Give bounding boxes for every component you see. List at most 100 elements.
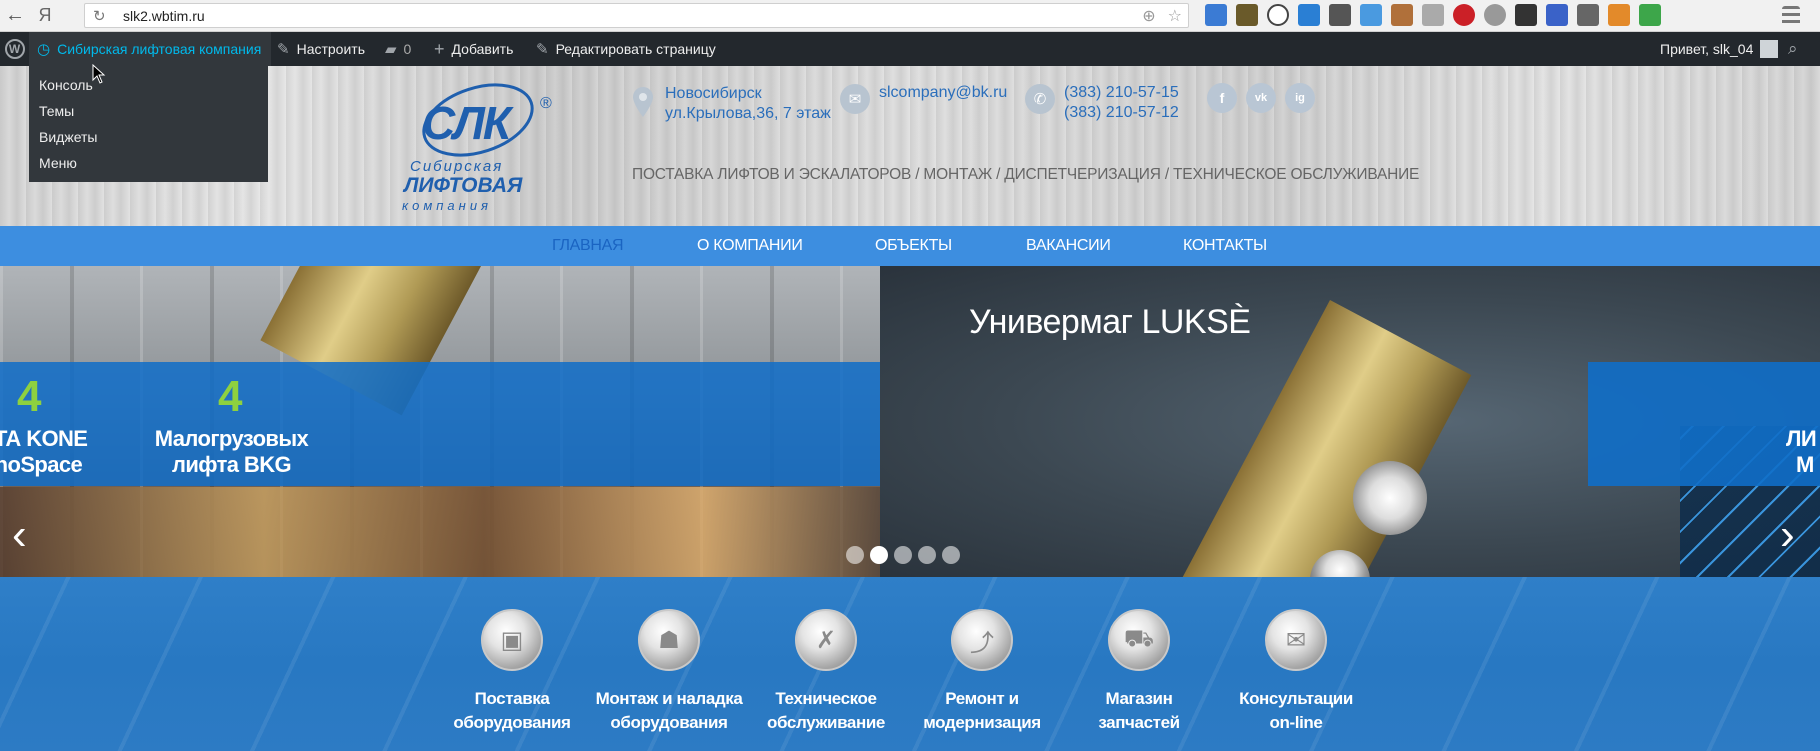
city: Новосибирск bbox=[665, 85, 762, 102]
slider-dots bbox=[846, 546, 960, 564]
dropdown-item-menus[interactable]: Меню bbox=[29, 150, 268, 176]
menu-icon[interactable] bbox=[1782, 6, 1800, 26]
elevator-icon: ▣ bbox=[481, 609, 543, 671]
extensions-bar bbox=[1205, 4, 1661, 26]
wordpress-icon: W bbox=[4, 39, 25, 59]
wrench-icon: ✗ bbox=[795, 609, 857, 671]
service-installation[interactable]: ☗ Монтаж и наладка оборудования bbox=[589, 609, 749, 735]
stat-label-partial: ЛИ M bbox=[1786, 426, 1817, 477]
company-logo[interactable]: ® СЛК Сибирская ЛИФТОВАЯ компания bbox=[390, 76, 570, 216]
slider-dot[interactable] bbox=[918, 546, 936, 564]
nav-item-about[interactable]: О КОМПАНИИ bbox=[697, 237, 803, 255]
extension-icon[interactable] bbox=[1546, 4, 1568, 26]
slider-next-arrow[interactable]: › bbox=[1780, 510, 1795, 560]
service-consulting[interactable]: ✉ Консультации on-line bbox=[1216, 609, 1376, 735]
extension-translate-icon[interactable] bbox=[1205, 4, 1227, 26]
dashboard-icon: ◷ bbox=[37, 41, 51, 58]
escalator-icon: ⤴ bbox=[951, 609, 1013, 671]
address-bar[interactable]: ↻ slk2.wbtim.ru ⊕ ☆ bbox=[84, 3, 1189, 28]
street-address: ул.Крылова,36, 7 этаж bbox=[665, 105, 831, 122]
logo-line2: ЛИФТОВАЯ bbox=[404, 174, 523, 197]
add-new-label: Добавить bbox=[451, 41, 514, 57]
stats-band bbox=[0, 362, 880, 486]
stat-number: 4 bbox=[17, 372, 42, 421]
extension-icon[interactable] bbox=[1515, 4, 1537, 26]
phone-icon: ✆ bbox=[1025, 84, 1055, 114]
address-block: Новосибирск ул.Крылова,36, 7 этаж bbox=[665, 84, 831, 124]
header-tagline: ПОСТАВКА ЛИФТОВ И ЭСКАЛАТОРОВ / МОНТАЖ /… bbox=[632, 166, 1420, 183]
nav-item-home[interactable]: ГЛАВНАЯ bbox=[552, 237, 624, 255]
facebook-icon[interactable]: f bbox=[1207, 83, 1237, 113]
customize-label: Настроить bbox=[296, 41, 365, 57]
extension-icon[interactable] bbox=[1391, 4, 1413, 26]
dropdown-item-widgets[interactable]: Виджеты bbox=[29, 124, 268, 150]
instagram-icon[interactable]: ig bbox=[1285, 83, 1315, 113]
search-icon[interactable]: ⌕ bbox=[1788, 32, 1798, 66]
security-icon[interactable]: ⊕ bbox=[1142, 6, 1155, 26]
back-icon[interactable]: ← bbox=[0, 1, 30, 31]
vk-icon[interactable]: vk bbox=[1246, 83, 1276, 113]
slider-dot-active[interactable] bbox=[870, 546, 888, 564]
service-label: Техническое обслуживание bbox=[767, 689, 885, 732]
site-name-label: Сибирская лифтовая компания bbox=[57, 41, 262, 57]
extension-pinterest-icon[interactable] bbox=[1453, 4, 1475, 26]
slider-dot[interactable] bbox=[942, 546, 960, 564]
site-name-dropdown: Консоль Темы Виджеты Меню bbox=[29, 66, 268, 182]
slider-dot[interactable] bbox=[846, 546, 864, 564]
mail-icon: ✉ bbox=[1265, 609, 1327, 671]
url-text[interactable]: slk2.wbtim.ru bbox=[123, 8, 205, 24]
slider-dot[interactable] bbox=[894, 546, 912, 564]
service-shop[interactable]: ⛟ Магазин запчастей bbox=[1059, 609, 1219, 735]
comment-icon: ▰ bbox=[385, 41, 397, 58]
edit-page-link[interactable]: ✎ Редактировать страницу bbox=[536, 32, 716, 66]
phone-block: (383) 210-57-15 (383) 210-57-12 bbox=[1064, 83, 1179, 123]
main-navigation: ГЛАВНАЯ О КОМПАНИИ ОБЪЕКТЫ ВАКАНСИИ КОНТ… bbox=[0, 226, 1820, 266]
my-account-menu[interactable]: Привет, slk_04 bbox=[1660, 32, 1779, 66]
brush-icon: ✎ bbox=[277, 41, 290, 58]
service-repair[interactable]: ⤴ Ремонт и модернизация bbox=[902, 609, 1062, 735]
site-header: ® СЛК Сибирская ЛИФТОВАЯ компания Новоси… bbox=[0, 66, 1820, 226]
extension-icon[interactable] bbox=[1236, 4, 1258, 26]
services-section: ▣ Поставка оборудования ☗ Монтаж и наладк… bbox=[0, 577, 1820, 751]
logo-line3: компания bbox=[402, 198, 492, 213]
dropdown-item-themes[interactable]: Темы bbox=[29, 98, 268, 124]
extension-shield-icon[interactable] bbox=[1639, 4, 1661, 26]
mouse-cursor-icon bbox=[92, 64, 106, 84]
nav-item-vacancies[interactable]: ВАКАНСИИ bbox=[1026, 237, 1111, 255]
add-new-menu[interactable]: + Добавить bbox=[434, 32, 513, 66]
wp-logo-menu[interactable]: W bbox=[0, 32, 29, 66]
phone-1[interactable]: (383) 210-57-15 bbox=[1064, 83, 1179, 103]
worker-icon: ☗ bbox=[638, 609, 700, 671]
extension-icon[interactable] bbox=[1329, 4, 1351, 26]
extension-info-icon[interactable] bbox=[1267, 4, 1289, 26]
bookmark-star-icon[interactable]: ☆ bbox=[1168, 6, 1182, 26]
phone-2[interactable]: (383) 210-57-12 bbox=[1064, 103, 1179, 123]
logo-letters: СЛК bbox=[422, 97, 511, 149]
service-supply[interactable]: ▣ Поставка оборудования bbox=[432, 609, 592, 735]
dropdown-item-console[interactable]: Консоль bbox=[29, 72, 268, 98]
plus-icon: + bbox=[434, 38, 445, 59]
yandex-icon[interactable]: Я bbox=[30, 1, 60, 31]
reload-icon[interactable]: ↻ bbox=[93, 7, 115, 25]
logo-line1: Сибирская bbox=[410, 158, 504, 175]
comments-link[interactable]: ▰ 0 bbox=[385, 32, 411, 66]
nav-item-objects[interactable]: ОБЪЕКТЫ bbox=[875, 237, 952, 255]
elevator-button-image bbox=[1353, 461, 1427, 535]
service-label: Поставка оборудования bbox=[453, 689, 571, 732]
customize-link[interactable]: ✎ Настроить bbox=[277, 32, 365, 66]
location-pin-icon bbox=[633, 87, 653, 117]
service-maintenance[interactable]: ✗ Техническое обслуживание bbox=[746, 609, 906, 735]
slide-title: Универмаг LUKSÈ bbox=[969, 303, 1251, 341]
extension-icon[interactable] bbox=[1608, 4, 1630, 26]
stat-label: ФТА KONE onoSpace bbox=[0, 426, 88, 477]
site-name-menu[interactable]: ◷ Сибирская лифтовая компания bbox=[29, 32, 272, 66]
extension-icon[interactable] bbox=[1422, 4, 1444, 26]
extension-icon[interactable] bbox=[1577, 4, 1599, 26]
extension-icon[interactable] bbox=[1298, 4, 1320, 26]
email-link[interactable]: slcompany@bk.ru bbox=[879, 83, 1007, 103]
nav-item-contacts[interactable]: КОНТАКТЫ bbox=[1183, 237, 1267, 255]
slider-prev-arrow[interactable]: ‹ bbox=[12, 510, 27, 560]
extension-icon[interactable] bbox=[1360, 4, 1382, 26]
extension-icon[interactable] bbox=[1484, 4, 1506, 26]
cart-icon: ⛟ bbox=[1108, 609, 1170, 671]
